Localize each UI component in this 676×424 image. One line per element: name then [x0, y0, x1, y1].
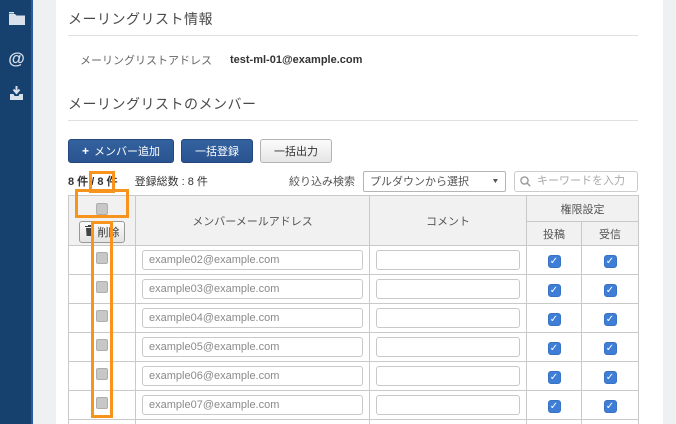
row-checkbox-cell — [69, 420, 136, 424]
shown-count: 8 件 / 8 件 — [68, 176, 118, 188]
post-permission-checkbox[interactable]: ✓ — [548, 400, 561, 413]
member-email-input[interactable] — [142, 308, 363, 328]
filter-label: 絞り込み検索 — [289, 173, 355, 189]
add-member-button[interactable]: + メンバー追加 — [68, 139, 174, 163]
at-icon: @ — [8, 49, 25, 69]
post-permission-checkbox[interactable]: ✓ — [548, 371, 561, 384]
keyword-search-input[interactable] — [514, 171, 638, 192]
delete-button[interactable]: 削除 — [79, 221, 125, 243]
plus-icon: + — [82, 144, 89, 158]
page-title-members: メーリングリストのメンバー — [68, 85, 638, 121]
member-comment-input[interactable] — [376, 279, 520, 299]
column-header-permission: 権限設定 — [527, 196, 639, 222]
member-email-input[interactable] — [142, 279, 363, 299]
receive-permission-checkbox[interactable]: ✓ — [604, 400, 617, 413]
member-row: ✓ ✓ — [69, 391, 639, 420]
import-icon — [9, 86, 24, 106]
row-checkbox-cell — [69, 333, 136, 362]
bulk-export-button[interactable]: 一括出力 — [260, 139, 332, 163]
row-checkbox-cell — [69, 275, 136, 304]
row-checkbox-cell — [69, 362, 136, 391]
member-comment-input[interactable] — [376, 250, 520, 270]
member-email-input[interactable] — [142, 366, 363, 386]
sidebar-item-import[interactable] — [0, 81, 33, 111]
column-header-post: 投稿 — [527, 222, 582, 246]
member-row: ✓ ✓ — [69, 333, 639, 362]
filter-controls: 絞り込み検索 プルダウンから選択 ▼ — [289, 171, 638, 192]
trash-icon — [85, 225, 94, 239]
member-email-input[interactable] — [142, 250, 363, 270]
row-select-checkbox[interactable] — [96, 310, 108, 322]
row-checkbox-cell — [69, 304, 136, 333]
member-row: ✓ ✓ — [69, 246, 639, 275]
column-header-comment: コメント — [370, 196, 527, 246]
total-count: 登録総数 : 8 件 — [135, 176, 208, 188]
filter-dropdown[interactable]: プルダウンから選択 ▼ — [363, 171, 506, 192]
member-comment-input[interactable] — [376, 366, 520, 386]
add-member-label: メンバー追加 — [94, 143, 160, 159]
member-table-body: ✓ ✓ ✓ ✓ ✓ — [69, 246, 639, 424]
row-checkbox-cell — [69, 246, 136, 275]
main-panel: メーリングリスト情報 メーリングリストアドレス test-ml-01@examp… — [56, 0, 663, 424]
member-comment-input[interactable] — [376, 337, 520, 357]
member-row: ✓ ✓ — [69, 304, 639, 333]
post-permission-checkbox[interactable]: ✓ — [548, 255, 561, 268]
row-select-checkbox[interactable] — [96, 252, 108, 264]
select-all-checkbox[interactable] — [96, 203, 108, 215]
sidebar-item-folder[interactable] — [0, 6, 33, 36]
meta-row: 8 件 / 8 件 登録総数 : 8 件 絞り込み検索 プルダウンから選択 ▼ — [68, 170, 638, 192]
bulk-register-button[interactable]: 一括登録 — [181, 139, 253, 163]
delete-button-label: 削除 — [98, 224, 120, 240]
delete-header-cell: 削除 — [69, 196, 136, 246]
page-title-info: メーリングリスト情報 — [68, 0, 638, 36]
screen: @ メーリングリスト情報 メーリングリストアドレス test-ml-01@exa… — [0, 0, 676, 424]
post-permission-checkbox[interactable]: ✓ — [548, 313, 561, 326]
member-email-input[interactable] — [142, 395, 363, 415]
sidebar: @ — [0, 0, 33, 424]
member-table: 削除 メンバーメールアドレス コメント 権限設定 投稿 受信 — [68, 195, 639, 424]
row-select-checkbox[interactable] — [96, 339, 108, 351]
row-select-checkbox[interactable] — [96, 368, 108, 380]
member-row: ✓ ✓ — [69, 362, 639, 391]
row-select-checkbox[interactable] — [96, 281, 108, 293]
member-row: ✓ ✓ — [69, 275, 639, 304]
member-comment-input[interactable] — [376, 395, 520, 415]
searchbox — [514, 171, 638, 192]
address-label: メーリングリストアドレス — [80, 52, 212, 68]
post-permission-checkbox[interactable]: ✓ — [548, 342, 561, 355]
column-header-email: メンバーメールアドレス — [136, 196, 370, 246]
record-counts: 8 件 / 8 件 登録総数 : 8 件 — [68, 173, 208, 189]
receive-permission-checkbox[interactable]: ✓ — [604, 313, 617, 326]
receive-permission-checkbox[interactable]: ✓ — [604, 255, 617, 268]
member-email-input[interactable] — [142, 337, 363, 357]
row-select-checkbox[interactable] — [96, 397, 108, 409]
receive-permission-checkbox[interactable]: ✓ — [604, 342, 617, 355]
address-value: test-ml-01@example.com — [230, 54, 362, 66]
chevron-down-icon: ▼ — [491, 178, 499, 185]
filter-dropdown-value: プルダウンから選択 — [370, 173, 469, 189]
sidebar-item-mailinglist[interactable]: @ — [0, 44, 33, 74]
folder-icon — [9, 12, 25, 30]
receive-permission-checkbox[interactable]: ✓ — [604, 371, 617, 384]
column-header-receive: 受信 — [582, 222, 639, 246]
receive-permission-checkbox[interactable]: ✓ — [604, 284, 617, 297]
mailinglist-address-row: メーリングリストアドレス test-ml-01@example.com — [80, 52, 638, 68]
member-comment-input[interactable] — [376, 308, 520, 328]
row-checkbox-cell — [69, 391, 136, 420]
toolbar: + メンバー追加 一括登録 一括出力 — [68, 139, 638, 163]
member-row: ✓ ✓ — [69, 420, 639, 424]
post-permission-checkbox[interactable]: ✓ — [548, 284, 561, 297]
